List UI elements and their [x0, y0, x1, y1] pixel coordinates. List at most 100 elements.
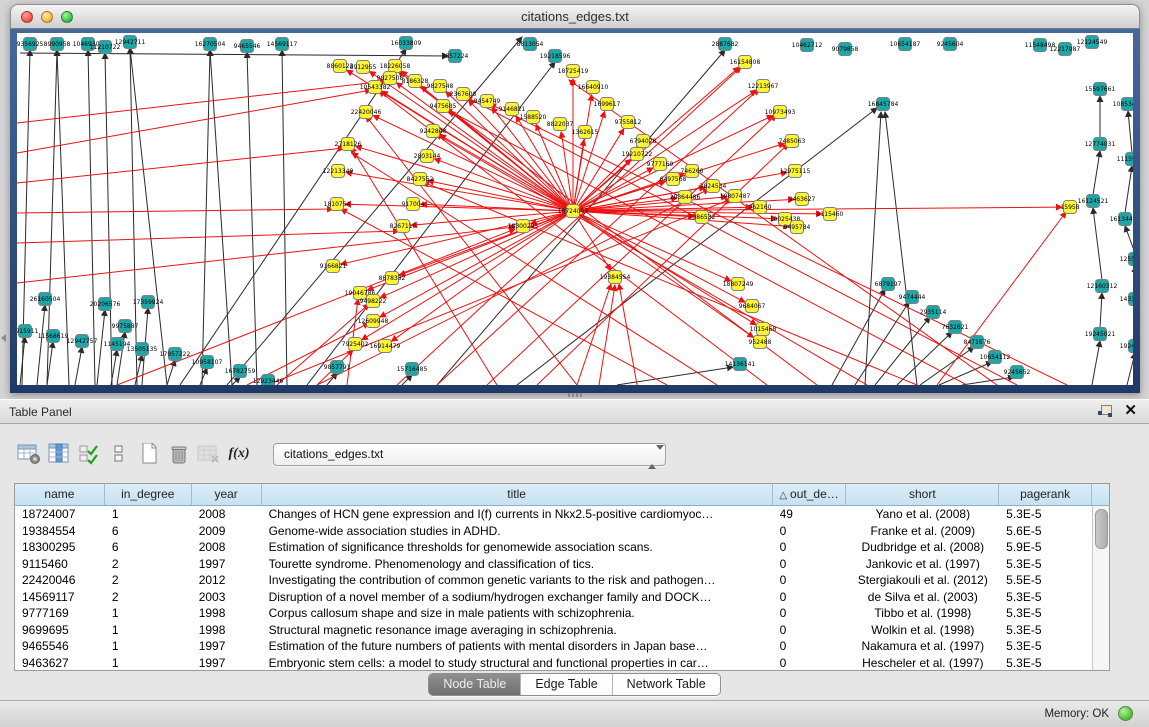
graph-node[interactable]: 16782759 [225, 365, 256, 378]
table-cell[interactable]: 2012 [192, 572, 262, 589]
graph-node[interactable]: 8813054 [517, 38, 544, 51]
table-cell[interactable]: 5.5E-5 [999, 572, 1092, 589]
graph-node[interactable]: 12553441 [1120, 253, 1133, 266]
graph-node[interactable]: 22420046 [351, 106, 382, 119]
table-cell[interactable]: 19384554 [15, 523, 105, 540]
table-cell[interactable]: Hescheler et al. (1997) [846, 655, 999, 671]
graph-node[interactable]: 14569117 [267, 38, 298, 51]
table-cell[interactable]: Corpus callosum shape and size in male p… [262, 605, 773, 622]
graph-node[interactable]: 952488 [749, 336, 772, 349]
table-cell[interactable]: 9699695 [15, 622, 105, 639]
tab-node-table[interactable]: Node Table [429, 674, 521, 695]
graph-node[interactable]: 962160 [749, 201, 772, 214]
table-row[interactable]: 1872400712008Changes of HCN gene express… [15, 506, 1092, 523]
graph-node[interactable]: 16134441 [1110, 213, 1133, 226]
table-cell[interactable]: Disruption of a novel member of a sodium… [262, 589, 773, 606]
graph-node[interactable]: 7485063 [779, 135, 806, 148]
table-cell[interactable]: 9465546 [15, 638, 105, 655]
graph-node[interactable]: 1810754 [324, 198, 351, 211]
table-vertical-scrollbar[interactable] [1092, 506, 1109, 670]
table-cell[interactable]: Embryonic stem cells: a model to study s… [262, 655, 773, 671]
table-cell[interactable]: 22420046 [15, 572, 105, 589]
graph-node[interactable]: 9245652 [1004, 366, 1031, 379]
table-cell[interactable]: Nakamura et al. (1997) [846, 638, 999, 655]
graph-node[interactable]: 12975115 [780, 165, 811, 178]
graph-node[interactable]: 12774031 [1085, 138, 1116, 151]
graph-node[interactable]: 1362615 [572, 126, 599, 139]
column-header-short[interactable]: short [846, 484, 999, 506]
table-row[interactable]: 946362711997Embryonic stem cells: a mode… [15, 655, 1092, 671]
table-cell[interactable]: 5.6E-5 [999, 523, 1092, 540]
column-header-pagerank[interactable]: pagerank [999, 484, 1092, 506]
graph-node[interactable]: 18226058 [380, 60, 411, 73]
table-cell[interactable]: 2 [105, 589, 192, 606]
graph-node[interactable]: 14312441 [1120, 293, 1133, 306]
table-cell[interactable]: 0 [773, 589, 847, 606]
table-cell[interactable]: Tibbo et al. (1998) [846, 605, 999, 622]
table-cell[interactable]: Jankovic et al. (1997) [846, 556, 999, 573]
graph-node[interactable]: 26160504 [30, 293, 61, 306]
column-header-title[interactable]: title [262, 484, 773, 506]
table-cell[interactable]: 18300295 [15, 539, 105, 556]
scrollbar-thumb[interactable] [1095, 509, 1108, 549]
table-cell[interactable]: 0 [773, 605, 847, 622]
table-cell[interactable]: 1997 [192, 638, 262, 655]
table-cell[interactable]: 1997 [192, 655, 262, 671]
table-cell[interactable]: 0 [773, 556, 847, 573]
table-row[interactable]: 1938455462009Genome-wide association stu… [15, 523, 1092, 540]
table-cell[interactable]: 2003 [192, 589, 262, 606]
window-resize-grip[interactable] [568, 393, 582, 397]
graph-node[interactable]: 9474444 [899, 291, 926, 304]
graph-node[interactable]: 18725419 [558, 65, 589, 78]
graph-node[interactable]: 10807487 [720, 190, 751, 203]
select-columns-icon[interactable] [44, 439, 74, 469]
table-cell[interactable]: 5.9E-5 [999, 539, 1092, 556]
graph-node[interactable]: 12160312 [1087, 280, 1118, 293]
graph-node[interactable]: 9975887 [112, 320, 139, 333]
delete-table-icon[interactable] [194, 439, 224, 469]
graph-node[interactable]: 19245021 [1085, 328, 1116, 341]
memory-status-indicator[interactable] [1118, 706, 1133, 721]
tab-network-table[interactable]: Network Table [613, 674, 720, 695]
citation-graph[interactable]: 8860123891295518226058982750810543382818… [17, 33, 1133, 385]
table-cell[interactable]: 0 [773, 539, 847, 556]
new-column-icon[interactable] [134, 439, 164, 469]
graph-node[interactable]: 15597661 [1085, 83, 1116, 96]
table-cell[interactable]: 0 [773, 572, 847, 589]
table-cell[interactable]: 2008 [192, 506, 262, 523]
delete-column-icon[interactable] [164, 439, 194, 469]
table-row[interactable]: 1830029562008Estimation of significance … [15, 539, 1092, 556]
column-header-in-degree[interactable]: in_degree [105, 484, 192, 506]
graph-node[interactable]: 19384554 [600, 271, 631, 284]
network-canvas[interactable]: 8860123891295518226058982750810543382818… [17, 33, 1133, 385]
tab-edge-table[interactable]: Edge Table [521, 674, 612, 695]
table-cell[interactable]: 0 [773, 638, 847, 655]
table-cell[interactable]: 2008 [192, 539, 262, 556]
graph-node[interactable]: 19218596 [540, 50, 571, 63]
collapse-panel-arrow-icon[interactable] [1, 334, 6, 342]
table-row[interactable]: 977716911998Corpus callosum shape and si… [15, 605, 1092, 622]
graph-node[interactable]: 16845784 [868, 98, 899, 111]
table-settings-icon[interactable] [14, 439, 44, 469]
graph-node[interactable]: 10958107 [192, 356, 223, 369]
graph-node[interactable]: 19246521 [1120, 340, 1133, 353]
graph-node[interactable]: 13505135 [127, 343, 158, 356]
graph-node[interactable]: 8822037 [547, 118, 574, 131]
graph-node[interactable]: 1699617 [594, 98, 621, 111]
float-window-icon[interactable] [1098, 405, 1112, 418]
table-cell[interactable]: 1998 [192, 622, 262, 639]
window-titlebar[interactable]: citations_edges.txt [10, 4, 1140, 29]
graph-node[interactable]: 9755812 [615, 116, 642, 129]
table-row[interactable]: 911546021997Tourette syndrome. Phenomeno… [15, 556, 1092, 573]
table-cell[interactable]: Wolkin et al. (1998) [846, 622, 999, 639]
table-cell[interactable]: de Silva et al. (2003) [846, 589, 999, 606]
table-cell[interactable]: 1 [105, 506, 192, 523]
graph-node[interactable]: 2887682 [712, 38, 739, 51]
table-row[interactable]: 946554611997Estimation of the future num… [15, 638, 1092, 655]
table-cell[interactable]: Changes of HCN gene expression and I(f) … [262, 506, 773, 523]
table-cell[interactable]: 5.3E-5 [999, 589, 1092, 606]
table-cell[interactable]: 2 [105, 572, 192, 589]
graph-node[interactable]: 16033809 [391, 37, 422, 50]
column-header-year[interactable]: year [192, 484, 262, 506]
table-cell[interactable]: 2 [105, 556, 192, 573]
